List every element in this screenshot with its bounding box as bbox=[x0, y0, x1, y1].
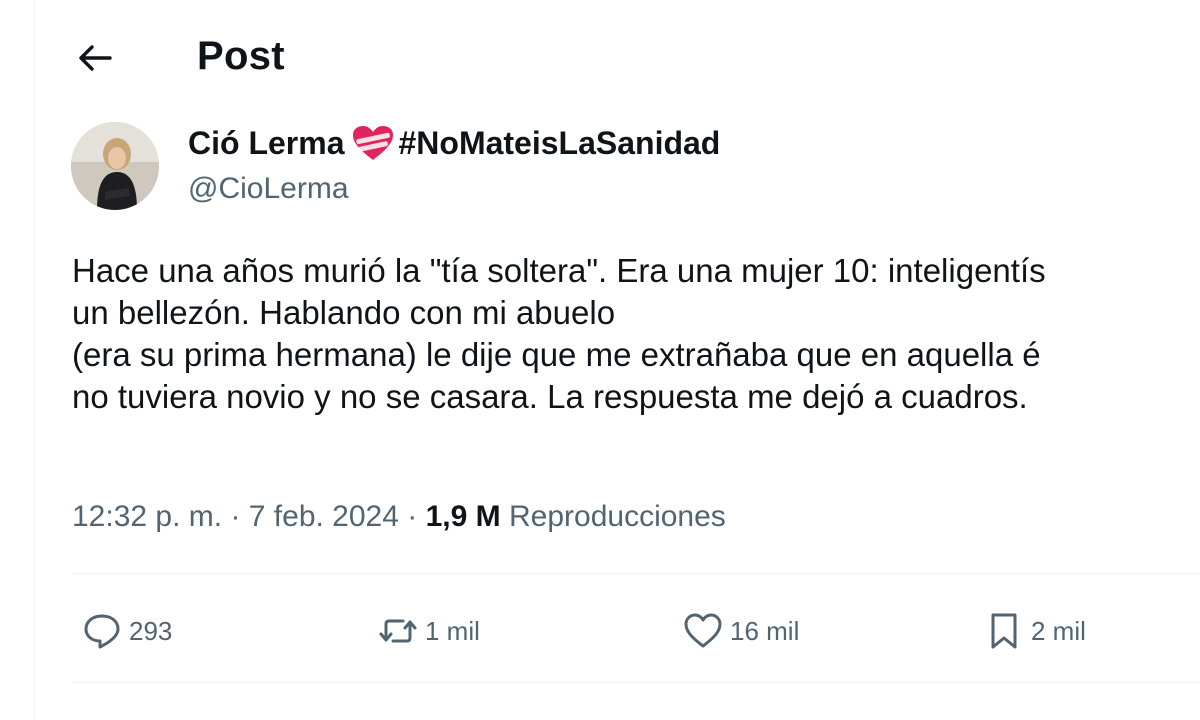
view-count: 1,9 M bbox=[425, 500, 501, 533]
author-display-name: Ció Lerma bbox=[188, 124, 345, 161]
meta-separator: · bbox=[230, 500, 241, 533]
tweet-line: un bellezón. Hablando con mi abuelo bbox=[72, 294, 616, 331]
like-count: 16 mil bbox=[730, 615, 800, 646]
bookmark-count: 2 mil bbox=[1031, 615, 1086, 646]
post-header: Post bbox=[35, 0, 1200, 112]
like-icon bbox=[684, 613, 722, 648]
author-hashtag[interactable]: #NoMateisLaSanidad bbox=[398, 125, 720, 162]
author-handle[interactable]: @CioLerma bbox=[188, 172, 349, 206]
repost-count: 1 mil bbox=[425, 615, 480, 646]
tweet-line: Hace una años murió la "tía soltera". Er… bbox=[72, 252, 1046, 289]
action-bar: 293 1 mil 16 mil 2 mil bbox=[35, 596, 1200, 666]
reply-button[interactable]: 293 bbox=[81, 596, 172, 666]
divider bbox=[72, 682, 1200, 683]
repost-button[interactable]: 1 mil bbox=[377, 596, 480, 666]
tweet-line: no tuviera novio y no se casara. La resp… bbox=[72, 378, 1028, 415]
arrow-left-icon bbox=[79, 45, 112, 71]
post-column: Post Ció Lerma #NoMateisLaSanidad @CioLe… bbox=[34, 0, 1200, 720]
bandaged-heart-icon bbox=[350, 124, 396, 162]
repost-icon bbox=[379, 619, 417, 643]
like-button[interactable]: 16 mil bbox=[682, 596, 799, 666]
tweet-meta: 12:32 p. m. · 7 feb. 2024 · 1,9 M Reprod… bbox=[72, 500, 726, 534]
meta-separator: · bbox=[407, 500, 418, 533]
tweet-line: (era su prima hermana) le dije que me ex… bbox=[72, 336, 1041, 373]
bookmark-button[interactable]: 2 mil bbox=[983, 596, 1086, 666]
post-time[interactable]: 12:32 p. m. bbox=[72, 500, 222, 533]
profile-photo bbox=[71, 122, 159, 210]
page-title: Post bbox=[197, 34, 285, 78]
divider bbox=[72, 573, 1200, 574]
back-button[interactable] bbox=[73, 36, 117, 80]
reply-icon bbox=[84, 614, 120, 649]
view-count-label: Reproducciones bbox=[508, 500, 726, 533]
reply-count: 293 bbox=[129, 615, 173, 646]
author-name[interactable]: Ció Lerma #NoMateisLaSanidad bbox=[188, 124, 720, 162]
tweet-text: Hace una años murió la "tía soltera". Er… bbox=[72, 250, 1200, 418]
avatar[interactable] bbox=[71, 122, 159, 210]
post-date[interactable]: 7 feb. 2024 bbox=[249, 500, 399, 533]
bookmark-icon bbox=[991, 613, 1017, 649]
